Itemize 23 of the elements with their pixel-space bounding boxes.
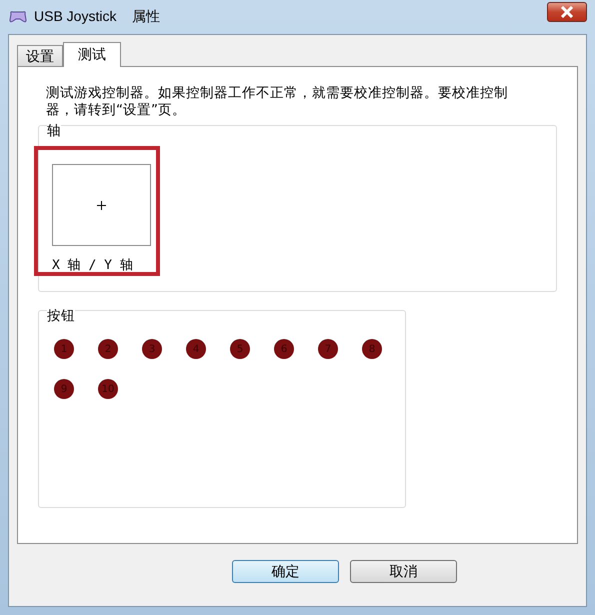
description-text: 测试游戏控制器。如果控制器工作不正常，就需要校准控制器。要校准控制器，请转到“设置”页。 <box>46 85 509 119</box>
joystick-button-indicator: 3 <box>142 339 162 359</box>
crosshair-icon <box>97 200 106 210</box>
group-label: 轴 <box>47 122 61 140</box>
dialog-button[interactable]: 确定 <box>232 560 339 583</box>
dialog-button[interactable]: 取消 <box>350 560 457 583</box>
tab[interactable]: 测试 <box>63 42 121 67</box>
joystick-button-indicator: 1 <box>54 339 74 359</box>
joystick-button-indicator: 5 <box>230 339 250 359</box>
group-label: 按钮 <box>47 307 75 325</box>
close-button[interactable] <box>547 2 587 22</box>
joystick-button-indicator: 2 <box>98 339 118 359</box>
joystick-button-indicator: 10 <box>98 379 118 399</box>
joystick-button-indicator: 9 <box>54 379 74 399</box>
tab[interactable]: 设置 <box>17 45 63 66</box>
joystick-button-indicator: 8 <box>362 339 382 359</box>
close-icon <box>560 6 574 18</box>
joystick-button-indicator: 6 <box>274 339 294 359</box>
window-title: USB Joystick 属性 <box>34 8 160 26</box>
joystick-button-indicator: 4 <box>186 339 206 359</box>
axis-label: X 轴 / Y 轴 <box>52 257 134 274</box>
joystick-icon <box>8 10 28 24</box>
joystick-button-indicator: 7 <box>318 339 338 359</box>
